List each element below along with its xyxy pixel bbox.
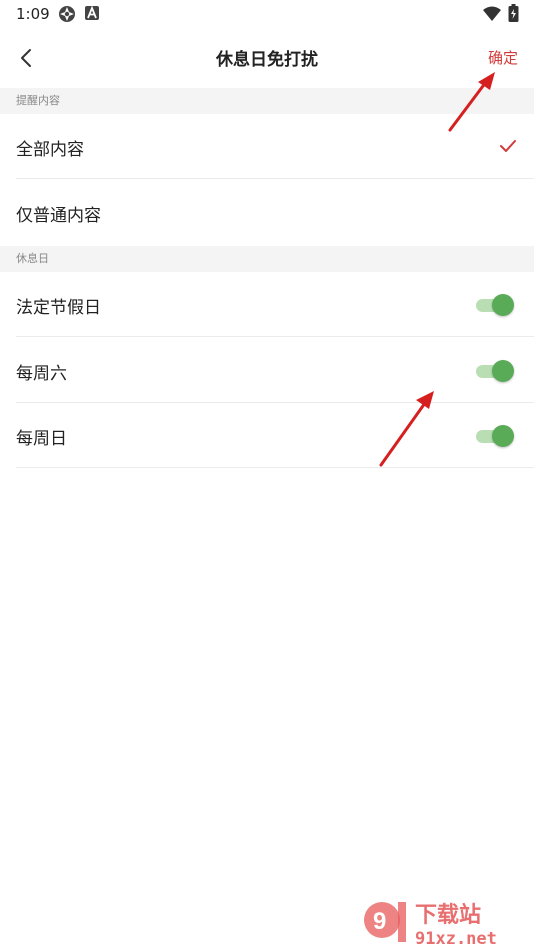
toggle-knob bbox=[492, 425, 514, 447]
divider bbox=[16, 336, 534, 337]
watermark-title: 下载站 bbox=[415, 902, 481, 928]
rest-day-label: 法定节假日 bbox=[16, 298, 101, 318]
saturday-toggle[interactable] bbox=[476, 360, 514, 382]
watermark-logo: 9 下载站 91xz.net bbox=[364, 902, 497, 948]
app-header: 休息日免打扰 确定 bbox=[0, 28, 534, 88]
option-normal-content-only[interactable]: 仅普通内容 bbox=[0, 180, 534, 245]
rest-day-holidays: 法定节假日 bbox=[0, 272, 534, 337]
status-time: 1:09 bbox=[16, 5, 50, 23]
confirm-button[interactable]: 确定 bbox=[488, 47, 518, 68]
rest-day-saturday: 每周六 bbox=[0, 338, 534, 403]
rest-day-sunday: 每周日 bbox=[0, 403, 534, 468]
divider bbox=[16, 178, 534, 179]
status-bar: 1:09 bbox=[0, 0, 534, 28]
svg-text:9: 9 bbox=[373, 908, 386, 935]
wifi-icon bbox=[483, 6, 501, 21]
gear-icon bbox=[59, 6, 75, 22]
option-all-content[interactable]: 全部内容 bbox=[0, 114, 534, 179]
sunday-toggle[interactable] bbox=[476, 425, 514, 447]
divider bbox=[16, 467, 534, 468]
rest-day-label: 每周日 bbox=[16, 429, 67, 449]
section-label-reminder: 提醒内容 bbox=[0, 88, 534, 114]
checkmark-icon bbox=[500, 140, 516, 152]
page-title: 休息日免打扰 bbox=[216, 50, 318, 70]
toggle-knob bbox=[492, 360, 514, 382]
toggle-knob bbox=[492, 294, 514, 316]
battery-icon bbox=[508, 4, 519, 22]
watermark-domain: 91xz.net bbox=[415, 929, 497, 948]
holidays-toggle[interactable] bbox=[476, 294, 514, 316]
option-label: 仅普通内容 bbox=[16, 206, 101, 226]
option-label: 全部内容 bbox=[16, 140, 84, 160]
a-icon bbox=[85, 5, 99, 20]
section-label-rest-days: 休息日 bbox=[0, 246, 534, 272]
rest-day-label: 每周六 bbox=[16, 364, 67, 384]
